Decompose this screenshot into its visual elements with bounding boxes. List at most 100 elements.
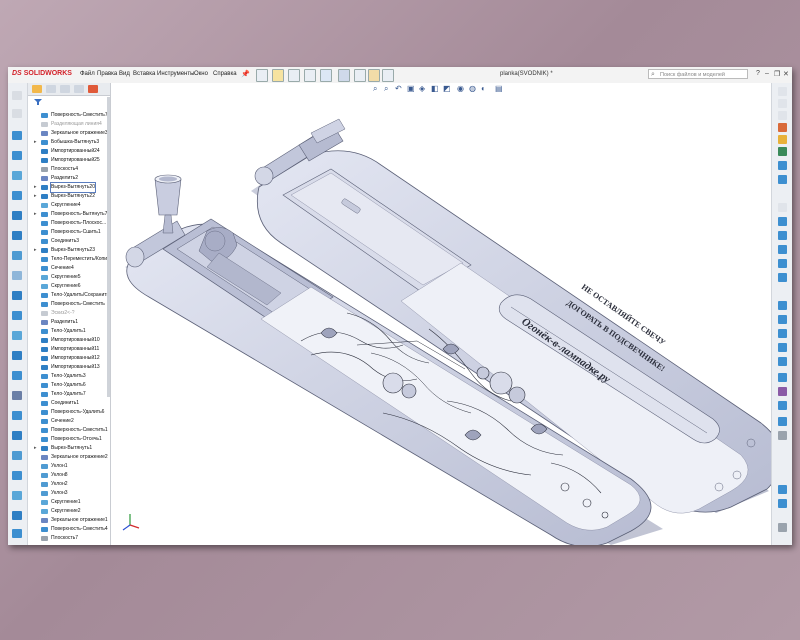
file-explorer-icon[interactable] (778, 147, 787, 156)
maximize-button[interactable]: ❐ (774, 70, 780, 78)
minimize-button[interactable]: – (765, 70, 769, 77)
sketch-tool-icon[interactable] (12, 91, 22, 100)
feature-tree-item[interactable]: Соединить3 (28, 237, 110, 246)
search-input[interactable]: ⌕ Поиск файлов и моделей (648, 69, 748, 79)
mirror-tool-icon[interactable] (12, 371, 22, 380)
new-document-icon[interactable] (256, 69, 268, 82)
solidworks-logo[interactable]: DS SOLIDWORKS (12, 70, 72, 77)
feature-tree-item[interactable]: Импортированный12 (28, 354, 110, 363)
markup-icon[interactable] (778, 373, 787, 382)
feature-tree-item[interactable]: Соединить1 (28, 399, 110, 408)
sweep-boss-icon[interactable] (12, 171, 22, 180)
feature-tree-item[interactable]: Поверхность-Сшить1 (28, 228, 110, 237)
feature-tree-item[interactable]: Импортированный24 (28, 147, 110, 156)
addins-icon[interactable] (778, 401, 787, 410)
feature-tree-item[interactable]: Уклон1 (28, 462, 110, 471)
tab-configuration-manager[interactable] (60, 85, 70, 93)
home-icon[interactable] (778, 87, 787, 96)
boundary-surface-icon[interactable] (12, 451, 22, 460)
pin-icon[interactable]: 📌 (241, 70, 250, 78)
feature-tree-item[interactable]: Поверхность-Сместить4 (28, 525, 110, 534)
evaluate-icon[interactable] (778, 329, 787, 338)
feature-tree-item[interactable]: ▸ Бобышка-Вытянуть3 (28, 138, 110, 147)
feature-tree-item[interactable]: Уклон2 (28, 480, 110, 489)
feature-tree-item[interactable]: Импортированный11 (28, 345, 110, 354)
feature-tree-item[interactable]: Тело-Удалить1 (28, 327, 110, 336)
feature-tree-item[interactable]: Поверхность-Удалить6 (28, 408, 110, 417)
search-knowledge-icon[interactable] (778, 231, 787, 240)
menu-window[interactable]: Окно (194, 71, 208, 77)
expand-arrow-icon[interactable]: ▸ (34, 192, 37, 201)
expand-arrow-icon[interactable]: ▸ (34, 246, 37, 255)
render-tools-icon[interactable] (778, 387, 787, 396)
feature-tree-item[interactable]: Плоскость4 (28, 165, 110, 174)
expand-arrow-icon[interactable]: ▸ (34, 444, 37, 453)
extrude-cut-icon[interactable] (12, 211, 22, 220)
line-tool-icon[interactable] (778, 99, 787, 108)
appearances-icon[interactable] (778, 175, 787, 184)
feature-tree-item[interactable]: Сечение4 (28, 264, 110, 273)
tab-feature-manager[interactable] (32, 85, 42, 93)
collapse-pane-icon[interactable] (778, 523, 787, 532)
feature-tree-item[interactable]: Уклон3 (28, 489, 110, 498)
feature-tree-item[interactable]: ▸ Вырез-Вытянуть1 (28, 444, 110, 453)
menu-edit[interactable]: Правка (97, 71, 117, 77)
feature-tree-item[interactable]: Тело-Переместить/Копи (28, 255, 110, 264)
feature-tree-item[interactable]: Зеркальное отражение1 (28, 516, 110, 525)
feature-tree-item[interactable]: Скругление5 (28, 273, 110, 282)
weldments-icon[interactable] (778, 259, 787, 268)
print-icon[interactable] (304, 69, 316, 82)
feature-tree-item[interactable]: Тело-Удалить3 (28, 372, 110, 381)
help-button[interactable]: ? (756, 70, 760, 77)
feature-tree-item[interactable]: Импортированный10 (28, 336, 110, 345)
knit-surface-tool-icon[interactable] (12, 491, 22, 500)
feature-tree-item[interactable]: Скругление4 (28, 201, 110, 210)
view-palette-icon[interactable] (778, 161, 787, 170)
draft-tool-icon[interactable] (12, 331, 22, 340)
hole-wizard-icon[interactable] (12, 251, 22, 260)
trim-surface-icon[interactable] (12, 471, 22, 480)
custom-properties-icon[interactable] (778, 203, 787, 212)
extrude-boss-icon[interactable] (12, 131, 22, 140)
close-button[interactable]: ✕ (783, 70, 789, 78)
rectangle-tool-icon[interactable] (778, 111, 787, 120)
tab-display-manager[interactable] (88, 85, 98, 93)
fillet-tool-icon[interactable] (12, 271, 22, 280)
feature-tree-item[interactable]: Поверхность-Сместить1 (28, 426, 110, 435)
design-library-icon[interactable] (778, 135, 787, 144)
expand-arrow-icon[interactable]: ▸ (34, 210, 37, 219)
undo-icon[interactable] (320, 69, 332, 82)
curves-icon[interactable] (12, 411, 22, 420)
feature-tree-item[interactable]: Разделяющая линия4 (28, 120, 110, 129)
feature-tree-item[interactable]: ▸ Вырез-Вытянуть20 (28, 182, 110, 193)
feature-tree-item[interactable]: Эскиз2<-? (28, 309, 110, 318)
tab-dimxpert-manager[interactable] (74, 85, 84, 93)
revolve-boss-icon[interactable] (12, 151, 22, 160)
mold-tools-icon[interactable] (778, 273, 787, 282)
shell-icon[interactable] (12, 351, 22, 360)
menu-insert[interactable]: Вставка (133, 71, 155, 77)
feature-tree-item[interactable]: Поверхность-Сместить7 (28, 111, 110, 120)
options-gear-icon[interactable] (382, 69, 394, 82)
loft-boss-icon[interactable] (12, 191, 22, 200)
tab-property-manager[interactable] (46, 85, 56, 93)
feature-tree-item[interactable]: Зеркальное отражение3 (28, 129, 110, 138)
feature-tree-item[interactable]: Скругление2 (28, 507, 110, 516)
resources-icon[interactable] (778, 123, 787, 132)
surface-tool-icon[interactable] (12, 431, 22, 440)
menu-file[interactable]: Файл (80, 71, 95, 77)
feature-tree-item[interactable]: Скругление6 (28, 282, 110, 291)
dimxpert-icon[interactable] (778, 343, 787, 352)
save-icon[interactable] (288, 69, 300, 82)
feature-tree-item[interactable]: Разделить1 (28, 318, 110, 327)
simulation-icon[interactable] (778, 485, 787, 494)
mbd-icon[interactable] (778, 417, 787, 426)
select-icon[interactable] (338, 69, 350, 82)
flow-simulation-icon[interactable] (778, 499, 787, 508)
rebuild-icon[interactable] (354, 69, 366, 82)
feature-tree-item[interactable]: Поверхность-Отсечь1 (28, 435, 110, 444)
feature-tree-item[interactable]: Уклон8 (28, 471, 110, 480)
feature-tree-item[interactable]: Разделить2 (28, 174, 110, 183)
smart-dimension-icon[interactable] (12, 109, 22, 118)
feature-tree-item[interactable]: Тело-Удалить/Сохранить (28, 291, 110, 300)
